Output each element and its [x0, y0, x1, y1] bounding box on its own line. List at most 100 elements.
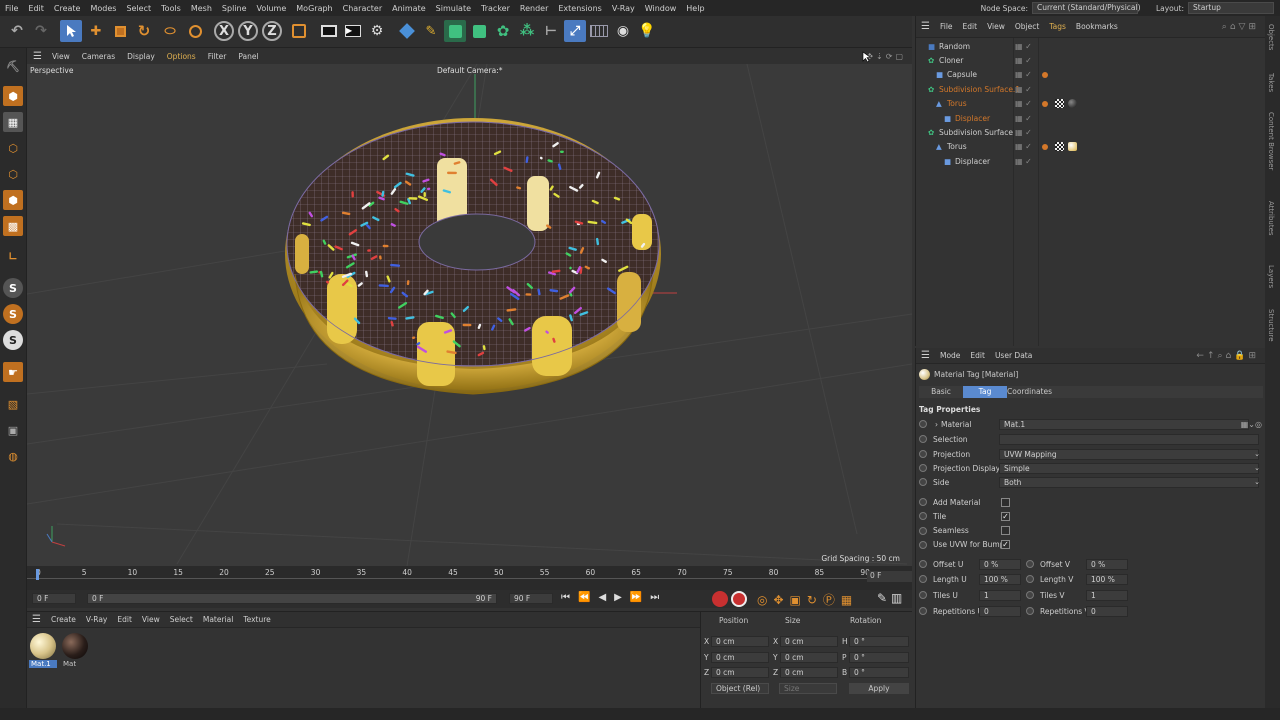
offset-v-anim-dot[interactable]: [1026, 560, 1034, 568]
locked-workplane-icon[interactable]: ▧: [3, 394, 23, 414]
menu-help[interactable]: Help: [681, 4, 709, 13]
menu-mograph[interactable]: MoGraph: [291, 4, 337, 13]
side-anim-dot[interactable]: [919, 478, 927, 486]
playhead[interactable]: [36, 569, 39, 580]
object-row[interactable]: ▲ Torus ▦ ✓: [916, 97, 1266, 111]
snap-icon[interactable]: S: [3, 278, 23, 298]
axis-mode-icon[interactable]: ∟: [3, 246, 23, 266]
tiles-v-anim-dot[interactable]: [1026, 591, 1034, 599]
mat-menu-view[interactable]: View: [137, 615, 165, 624]
node-space-dropdown[interactable]: Current (Standard/Physical): [1031, 2, 1141, 14]
object-row[interactable]: ■ Displacer ▦ ✓: [916, 111, 1266, 125]
uv-mode-icon[interactable]: ▩: [3, 216, 23, 236]
checkbox[interactable]: ✓: [1001, 540, 1010, 550]
material-anim-dot[interactable]: [919, 420, 927, 428]
rep-v-field[interactable]: 0: [1086, 605, 1128, 617]
position-field[interactable]: 0 cm: [711, 651, 769, 663]
z-axis-icon[interactable]: Z: [262, 21, 282, 41]
material-hamburger-icon[interactable]: ☰: [27, 614, 46, 625]
side-tab[interactable]: Objects: [1267, 24, 1275, 50]
obj-menu-file[interactable]: File: [935, 22, 958, 31]
vp-menu-view[interactable]: View: [46, 52, 76, 61]
rotation-field[interactable]: 0 °: [849, 667, 909, 678]
vp-menu-display[interactable]: Display: [121, 52, 161, 61]
scheme-icons[interactable]: ✎▥: [877, 591, 906, 605]
cube-icon[interactable]: [396, 20, 418, 42]
deformer-icon[interactable]: ⊢: [540, 20, 562, 42]
live-selection-icon[interactable]: ⬭: [159, 20, 181, 42]
side-tab[interactable]: Structure: [1267, 309, 1275, 342]
length-v-field[interactable]: 100 %: [1086, 573, 1128, 585]
selection-field[interactable]: [999, 433, 1259, 445]
subdivision-icon[interactable]: [444, 20, 466, 42]
visibility-toggle-icon[interactable]: ▦ ✓: [1015, 114, 1032, 123]
record-keys-icon[interactable]: [712, 591, 728, 607]
offset-v-field[interactable]: 0 %: [1086, 558, 1128, 570]
length-v-anim-dot[interactable]: [1026, 575, 1034, 583]
playback-controls[interactable]: ⏮⏪◀▶⏩⏭: [561, 592, 667, 603]
y-axis-icon[interactable]: Y: [238, 21, 258, 41]
scale-icon[interactable]: [109, 20, 131, 42]
checker-tag-icon[interactable]: [1055, 141, 1064, 151]
viewport-camera-name[interactable]: Default Camera:*: [437, 66, 503, 75]
menu-extensions[interactable]: Extensions: [553, 4, 606, 13]
object-row[interactable]: ✿ Subdivision Surface ▦ ✓: [916, 125, 1266, 139]
menu-vray[interactable]: V-Ray: [607, 4, 640, 13]
layout-dropdown[interactable]: Startup: [1188, 2, 1274, 14]
obj-menu-view[interactable]: View: [982, 22, 1010, 31]
solo-icon[interactable]: S: [3, 330, 23, 350]
mat-menu-texture[interactable]: Texture: [238, 615, 275, 624]
checkbox[interactable]: ✓: [1001, 511, 1010, 521]
obj-menu-tags[interactable]: Tags: [1044, 22, 1071, 31]
mat-menu-select[interactable]: Select: [165, 615, 198, 624]
anim-dot[interactable]: [919, 498, 927, 506]
paint-icon[interactable]: ◍: [3, 446, 23, 466]
selection-anim-dot[interactable]: [919, 435, 927, 443]
anim-dot[interactable]: [919, 512, 927, 521]
anim-dot[interactable]: [919, 526, 927, 535]
gold-mat-tag-icon[interactable]: [1068, 141, 1077, 151]
length-u-anim-dot[interactable]: [919, 575, 927, 583]
render-view-icon[interactable]: ▶: [342, 20, 364, 42]
pen-icon[interactable]: ✎: [420, 20, 442, 42]
cloner-icon[interactable]: ✿: [492, 20, 514, 42]
rotation-field[interactable]: 0 °: [849, 651, 909, 663]
offset-u-anim-dot[interactable]: [919, 560, 927, 568]
workplane-icon[interactable]: ☛: [3, 362, 23, 382]
edges-mode-icon[interactable]: ⬡: [3, 164, 23, 184]
object-row[interactable]: ✿ Cloner ▦ ✓: [916, 53, 1266, 67]
checkbox[interactable]: [1001, 526, 1010, 536]
orange-dot-tag-icon[interactable]: [1042, 71, 1048, 78]
end-frame-field[interactable]: 90 F: [509, 593, 553, 604]
visibility-toggle-icon[interactable]: ▦ ✓: [1015, 42, 1032, 51]
menu-render[interactable]: Render: [515, 4, 553, 13]
projection-anim-dot[interactable]: [919, 450, 927, 458]
side-tab[interactable]: Layers: [1267, 265, 1275, 288]
model-mode-icon[interactable]: ⬢: [3, 86, 23, 106]
extrude-icon[interactable]: [468, 20, 490, 42]
anim-dot[interactable]: [919, 540, 927, 549]
menu-tools[interactable]: Tools: [156, 4, 186, 13]
position-field[interactable]: 0 cm: [711, 667, 769, 678]
viewport-hamburger-icon[interactable]: ☰: [27, 51, 46, 62]
tab-basic[interactable]: Basic: [919, 386, 963, 398]
mat-menu-create[interactable]: Create: [46, 615, 81, 624]
rep-v-anim-dot[interactable]: [1026, 607, 1034, 615]
key-filter-icons[interactable]: ◎✥▣↻Ⓟ▦: [757, 591, 858, 608]
render-region-icon[interactable]: [318, 20, 340, 42]
attributes-hamburger-icon[interactable]: ☰: [916, 350, 935, 361]
object-row[interactable]: ▲ Torus ▦ ✓: [916, 140, 1266, 154]
object-row[interactable]: ✿ Subdivision Surface.1 ▦ ✓: [916, 82, 1266, 96]
menu-volume[interactable]: Volume: [252, 4, 292, 13]
frame-range-slider[interactable]: 0 F 90 F: [87, 593, 497, 604]
coord-size-mode-dropdown[interactable]: Size: [779, 683, 837, 694]
texture-mode-icon[interactable]: ▦: [3, 112, 23, 132]
move-icon[interactable]: ✚: [85, 20, 107, 42]
side-tab[interactable]: Attributes: [1267, 201, 1275, 236]
size-field[interactable]: 0 cm: [780, 667, 838, 678]
menu-mesh[interactable]: Mesh: [186, 4, 217, 13]
object-row[interactable]: ■ Capsule ▦ ✓: [916, 68, 1266, 82]
visibility-toggle-icon[interactable]: ▦ ✓: [1015, 85, 1032, 94]
size-field[interactable]: 0 cm: [780, 636, 838, 647]
object-row[interactable]: ■ Random ▦ ✓: [916, 39, 1266, 53]
